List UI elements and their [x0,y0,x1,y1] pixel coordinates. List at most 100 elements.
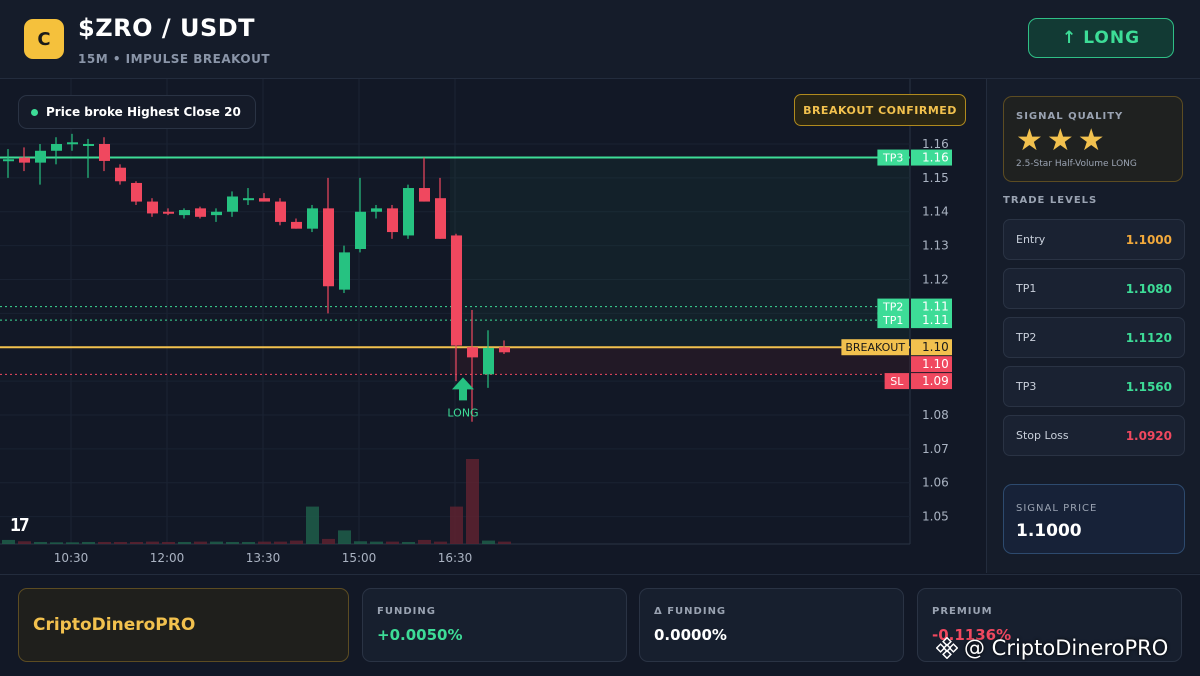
signal-quality-description: 2.5-Star Half-Volume LONG [1016,159,1137,169]
stop-loss-zone [450,347,910,375]
candle-body [195,208,206,217]
candle-body [131,182,142,202]
candle-body [243,198,254,201]
watermark: @ CriptoDineroPRO [936,636,1168,660]
breakout-confirmed-badge: BREAKOUT CONFIRMED [794,94,966,126]
candle-body [291,221,302,229]
price-level-tag-name: TP1 [882,314,903,327]
price-axis-label: 1.08 [922,408,949,422]
price-level-tag: 1.10 [911,356,952,373]
status-dot-icon [31,108,38,116]
trade-level-row: TP1 1.1080 [1003,268,1185,309]
volume-bar [194,541,207,544]
signal-quality-card: SIGNAL QUALITY ★★★ 2.5-Star Half-Volume … [1003,96,1183,182]
price-axis-label: 1.13 [922,239,949,253]
funding-value: +0.0050% [377,626,463,644]
coin-logo-icon: C [24,19,64,59]
price-axis-label: 1.15 [922,171,949,185]
volume-bar [386,541,399,544]
volume-bar [354,541,367,544]
trade-level-name: Entry [1016,233,1046,246]
volume-bar [98,541,111,544]
trade-level-row: TP3 1.1560 [1003,366,1185,407]
premium-label: PREMIUM [932,606,993,617]
chart-canvas[interactable]: 10:30 12:00 13:30 15:00 16:30 1.16 1.15 1.14 1.1… [0,79,985,573]
time-axis-label: 12:00 [150,551,185,565]
price-level-tag: 1.16 TP3 [877,149,952,166]
trade-level-value: 1.1560 [1125,379,1172,394]
price-level-tag-name: SL [890,375,904,388]
candle-body [275,201,286,222]
time-axis-label: 10:30 [54,551,89,565]
candle-body [419,188,430,202]
tradingview-logo-icon: 17 [10,515,30,536]
pair-title: $ZRO / USDT [78,14,256,42]
trade-level-row: TP2 1.1120 [1003,317,1185,358]
price-chart[interactable]: 10:30 12:00 13:30 15:00 16:30 1.16 1.15 1.14 1.1… [0,79,985,573]
volume-bar [466,459,479,544]
delta-funding-card: Δ FUNDING 0.0000% [639,588,904,662]
footer-bar: CriptoDineroPRO FUNDING +0.0050% Δ FUNDI… [0,574,1200,676]
price-axis-label: 1.14 [922,205,949,219]
price-level-tag-value: 1.11 [922,313,949,327]
candle-body [483,347,494,375]
time-axis-label: 15:00 [342,551,377,565]
brand-name: CriptoDineroPRO [33,615,196,635]
price-level-tag-value: 1.16 [922,151,949,165]
price-level-tag: 1.11 TP1 [877,312,952,329]
price-level-tag: 1.10 BREAKOUT [841,339,952,356]
price-level-tag-name: TP3 [882,152,903,165]
volume-bar [242,541,255,544]
star-rating-icon: ★★★ [1016,123,1109,158]
volume-bar [114,541,127,544]
trade-level-value: 1.1080 [1125,281,1172,296]
time-axis-label: 16:30 [438,551,473,565]
long-signal-button[interactable]: ↑ LONG [1028,18,1174,58]
candle-body [115,167,126,182]
volume-bar [18,541,31,544]
candle-body [19,157,30,163]
candle-body [99,144,110,161]
volume-bar [434,541,447,544]
breakout-condition-text: Price broke Highest Close 20 [46,105,241,119]
trade-level-row: Stop Loss 1.0920 [1003,415,1185,456]
volume-bar [146,541,159,544]
trade-level-name: TP2 [1016,331,1037,344]
timeframe-subtitle: 15M • IMPULSE BREAKOUT [78,52,271,66]
candle-body [211,211,222,216]
volume-bar [450,506,463,544]
volume-bar [322,538,335,544]
price-level-tag-value: 1.10 [922,340,949,354]
long-marker-label: LONG [447,406,478,419]
volume-bar [162,541,175,544]
candle-body [259,198,270,202]
breakout-condition-badge: Price broke Highest Close 20 [18,95,256,129]
price-axis-label: 1.12 [922,272,949,286]
binance-logo-icon [936,637,958,659]
candle-body [371,208,382,212]
take-profit-zone [450,157,910,348]
volume-bar [82,541,95,544]
trade-level-value: 1.1120 [1125,330,1172,345]
candle-body [51,144,62,151]
trade-level-value: 1.0920 [1125,428,1172,443]
signal-quality-label: SIGNAL QUALITY [1016,111,1124,122]
trade-level-row: Entry 1.1000 [1003,219,1185,260]
volume-bar [66,542,79,544]
volume-bar [274,541,287,544]
candle-body [323,208,334,287]
price-level-tag-value: 1.09 [922,374,949,388]
price-level-tag: 1.09 SL [884,373,952,390]
volume-bar [258,541,271,544]
price-level-tag-name: TP2 [882,301,903,314]
volume-bar [338,530,351,544]
volume-bar [2,539,15,544]
funding-card: FUNDING +0.0050% [362,588,627,662]
trade-level-value: 1.1000 [1125,232,1172,247]
trade-levels-heading: TRADE LEVELS [1003,195,1098,206]
time-axis-label: 13:30 [246,551,281,565]
volume-bar [290,540,303,544]
candle-body [355,211,366,249]
trade-level-name: TP3 [1016,380,1037,393]
price-level-tag-name: BREAKOUT [845,341,905,354]
